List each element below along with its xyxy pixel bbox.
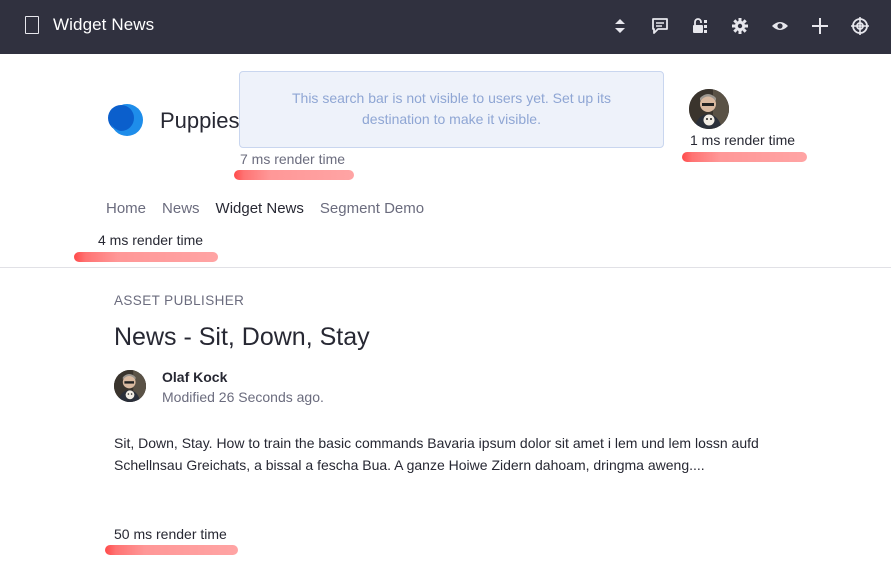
nav-item-segment-demo[interactable]: Segment Demo	[320, 200, 424, 217]
author-name: Olaf Kock	[162, 369, 228, 385]
article-title[interactable]: News - Sit, Down, Stay	[114, 323, 370, 352]
search-render-time: 7 ms render time	[240, 151, 346, 167]
comments-icon[interactable]	[649, 15, 671, 37]
target-icon[interactable]	[849, 15, 871, 37]
article-summary: Sit, Down, Stay. How to train the basic …	[114, 435, 759, 473]
page-icon[interactable]	[25, 16, 39, 34]
permissions-lock-icon[interactable]	[689, 15, 711, 37]
site-name[interactable]: Puppies	[160, 108, 240, 134]
page-title: Widget News	[53, 15, 155, 34]
user-render-time: 1 ms render time	[690, 132, 796, 148]
header-divider	[0, 267, 891, 268]
nav-item-widget-news[interactable]: Widget News	[216, 200, 304, 217]
author-avatar	[114, 370, 146, 402]
render-time-streak	[105, 545, 238, 555]
user-avatar[interactable]	[689, 89, 729, 129]
asset-publisher-render-time: 50 ms render time	[114, 526, 227, 542]
nav-item-home[interactable]: Home	[106, 200, 146, 217]
preview-eye-icon[interactable]	[769, 15, 791, 37]
render-time-streak	[74, 252, 218, 262]
modified-date: Modified 26 Seconds ago.	[162, 389, 324, 405]
portlet-title: ASSET PUBLISHER	[114, 293, 245, 308]
render-time-streak	[682, 152, 807, 162]
nav-item-news[interactable]: News	[162, 200, 200, 217]
simulation-arrows-icon[interactable]	[609, 15, 631, 37]
site-navigation: Home News Widget News Segment Demo	[106, 200, 424, 217]
control-menu: Widget News	[0, 0, 891, 54]
site-logo[interactable]	[105, 102, 145, 138]
nav-render-time: 4 ms render time	[98, 232, 204, 248]
add-plus-icon[interactable]	[809, 15, 831, 37]
render-time-streak	[234, 170, 354, 180]
search-bar-notice: This search bar is not visible to users …	[239, 71, 664, 148]
configuration-gear-icon[interactable]	[729, 15, 751, 37]
